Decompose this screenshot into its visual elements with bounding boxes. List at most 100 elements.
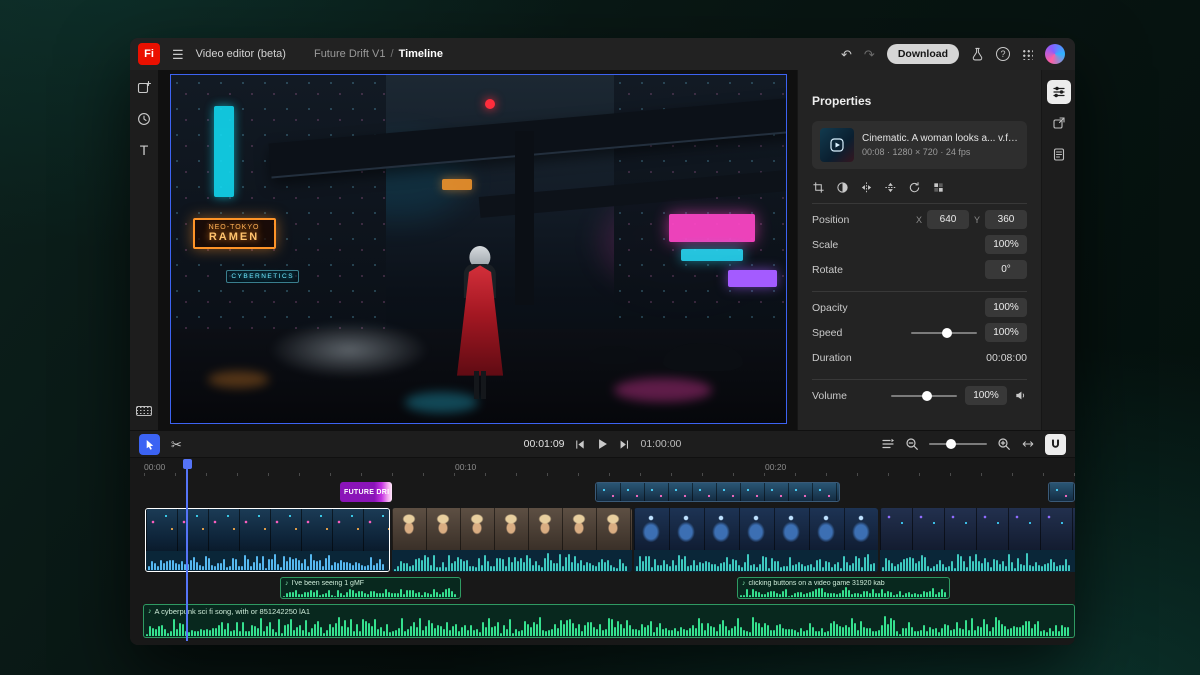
next-frame-icon[interactable] xyxy=(619,438,632,451)
overlay-clip-2[interactable] xyxy=(1048,482,1075,502)
waveform xyxy=(882,552,1073,571)
play-button[interactable] xyxy=(596,437,610,451)
rotate-reset-icon[interactable] xyxy=(908,181,921,194)
music-track: ♪ A cyberpunk sci fi song, with or 85124… xyxy=(130,604,1075,638)
scene-buildings-left xyxy=(171,75,386,353)
ruler-label: 00:20 xyxy=(765,462,786,472)
video-clip-1[interactable] xyxy=(145,508,390,572)
zoom-out-icon[interactable] xyxy=(905,437,919,451)
y-axis-label: Y xyxy=(974,215,980,225)
preview-area: NEO-TOKYO RAMEN CYBERNETICS xyxy=(158,70,797,430)
flip-horizontal-icon[interactable] xyxy=(860,181,873,194)
opacity-row: Opacity 100% xyxy=(812,295,1027,320)
overlay-clip[interactable] xyxy=(595,482,840,502)
avatar[interactable] xyxy=(1045,44,1065,64)
split-tool-icon[interactable]: ✂ xyxy=(171,438,182,451)
opacity-label: Opacity xyxy=(812,302,985,314)
preview-video[interactable]: NEO-TOKYO RAMEN CYBERNETICS xyxy=(170,74,787,424)
scale-row: Scale 100% xyxy=(812,232,1027,257)
video-clip-3-audio xyxy=(634,550,878,572)
crop-icon[interactable] xyxy=(812,181,825,194)
keyboard-shortcuts-icon[interactable] xyxy=(136,406,152,416)
cursor-icon xyxy=(143,438,156,451)
waveform xyxy=(148,553,387,570)
clip-card-text: Cinematic. A woman looks a... v.ffgenvid… xyxy=(862,133,1020,157)
undo-icon[interactable]: ↶ xyxy=(841,48,852,61)
volume-slider-knob[interactable] xyxy=(922,391,932,401)
opacity-input[interactable]: 100% xyxy=(985,298,1027,317)
firefly-logo[interactable]: Fi xyxy=(138,43,160,65)
audio-clip-1[interactable]: ♪ I've been seeing 1 gMF xyxy=(280,577,461,599)
scene-neon-sign-pink xyxy=(669,214,755,242)
video-clip-3[interactable] xyxy=(634,508,878,572)
beaker-icon[interactable] xyxy=(971,47,984,61)
scene-neon-sign-cyan-vertical xyxy=(214,106,234,196)
clip-meta: 00:08 · 1280 × 720 · 24 fps xyxy=(862,147,1020,157)
video-clip-4[interactable] xyxy=(880,508,1075,572)
volume-slider[interactable] xyxy=(891,390,957,402)
scene-ramen-sign: NEO-TOKYO RAMEN xyxy=(193,218,276,249)
video-track xyxy=(130,508,1075,572)
waveform xyxy=(394,552,630,571)
help-icon[interactable]: ? xyxy=(996,47,1010,61)
properties-panel: Properties Cinematic. A woman looks a...… xyxy=(797,70,1041,430)
export-frame-icon[interactable] xyxy=(1047,111,1071,135)
snap-magnet-icon[interactable] xyxy=(1045,434,1066,455)
properties-toggle-icon[interactable] xyxy=(1047,80,1071,104)
speed-row: Speed 100% xyxy=(812,320,1027,345)
track-options-icon[interactable] xyxy=(881,437,895,451)
audio-clip-1-label: I've been seeing 1 gMF xyxy=(292,580,365,587)
timeline-zoom-slider[interactable] xyxy=(929,438,987,450)
clip-tools-row xyxy=(812,181,1027,194)
blend-icon[interactable] xyxy=(932,181,945,194)
play-icon xyxy=(829,137,845,153)
redo-icon[interactable]: ↷ xyxy=(864,48,875,61)
scene-pillar xyxy=(515,131,533,305)
previous-frame-icon[interactable] xyxy=(574,438,587,451)
ruler-ticks xyxy=(144,473,1075,476)
flip-vertical-icon[interactable] xyxy=(884,181,897,194)
scale-input[interactable]: 100% xyxy=(985,235,1027,254)
audio-clip-2[interactable]: ♪ clicking buttons on a video game 31920… xyxy=(737,577,950,599)
waveform xyxy=(283,587,458,597)
scene-neon-sign-cyan xyxy=(681,249,743,261)
right-toolbar xyxy=(1041,70,1075,430)
timeline[interactable]: 00:00 00:10 00:20 FUTURE DRI xyxy=(130,458,1075,645)
ruler-label: 00:00 xyxy=(144,462,165,472)
position-x-input[interactable]: 640 xyxy=(927,210,969,229)
video-clip-4-audio xyxy=(880,550,1075,572)
topbar-actions: ↶ ↷ Download ? xyxy=(841,44,1065,64)
position-y-input[interactable]: 360 xyxy=(985,210,1027,229)
download-button[interactable]: Download xyxy=(887,44,959,64)
breadcrumb-project[interactable]: Future Drift V1 xyxy=(314,48,386,60)
captions-icon[interactable] xyxy=(1047,142,1071,166)
history-icon[interactable] xyxy=(137,112,151,126)
video-clip-2[interactable] xyxy=(392,508,632,572)
text-clip[interactable]: FUTURE DRI xyxy=(340,482,392,502)
timeline-zoom-knob[interactable] xyxy=(946,439,956,449)
fit-to-width-icon[interactable] xyxy=(1021,437,1035,451)
app-window: Fi ☰ Video editor (beta) Future Drift V1… xyxy=(130,38,1075,645)
volume-input[interactable]: 100% xyxy=(965,386,1007,405)
menu-icon[interactable]: ☰ xyxy=(172,48,184,61)
audio-note-icon: ♪ xyxy=(148,608,152,615)
scene-ramen-sign-line2: RAMEN xyxy=(198,231,271,243)
apps-grid-icon[interactable] xyxy=(1022,49,1033,60)
select-tool-button[interactable] xyxy=(139,434,160,455)
current-time: 00:01:09 xyxy=(524,438,565,450)
audio-note-icon: ♪ xyxy=(285,580,289,587)
speed-input[interactable]: 100% xyxy=(985,323,1027,342)
text-tool-icon[interactable]: T xyxy=(140,143,149,157)
duration-value: 00:08:00 xyxy=(986,352,1027,364)
speed-slider[interactable] xyxy=(911,327,977,339)
mask-icon[interactable] xyxy=(836,181,849,194)
rotate-input[interactable]: 0° xyxy=(985,260,1027,279)
speed-label: Speed xyxy=(812,327,911,339)
speed-slider-knob[interactable] xyxy=(942,328,952,338)
clip-name: Cinematic. A woman looks a... v.ffgenvid xyxy=(862,133,1020,144)
add-media-icon[interactable] xyxy=(137,80,152,95)
speaker-icon[interactable] xyxy=(1014,389,1027,402)
zoom-in-icon[interactable] xyxy=(997,437,1011,451)
music-clip[interactable]: ♪ A cyberpunk sci fi song, with or 85124… xyxy=(143,604,1075,638)
clip-card[interactable]: Cinematic. A woman looks a... v.ffgenvid… xyxy=(812,121,1027,169)
